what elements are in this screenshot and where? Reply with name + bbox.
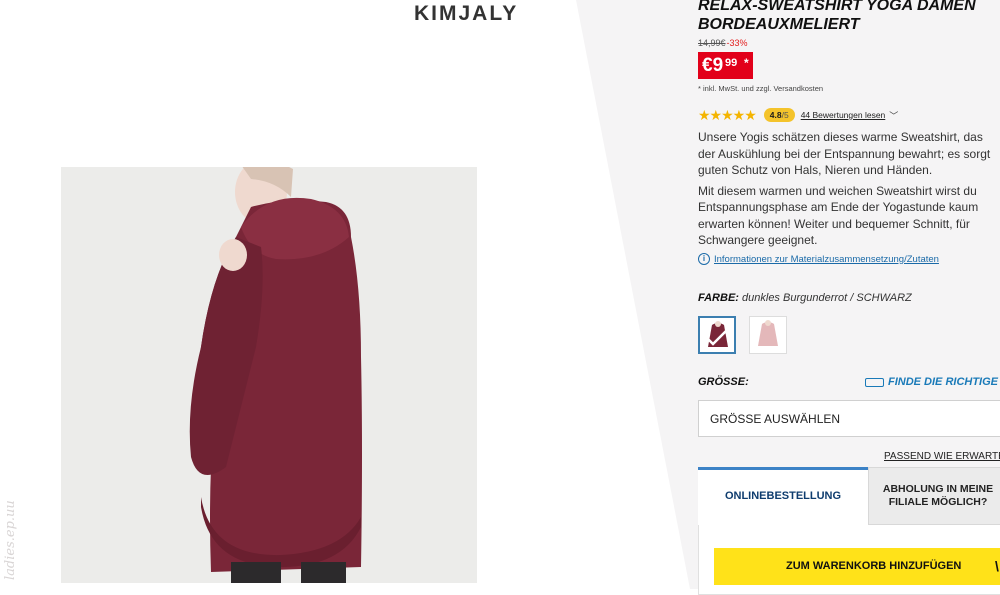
color-label-row: FARBE: dunkles Burgunderrot / SCHWARZ: [698, 292, 912, 304]
size-guide-label[interactable]: FINDE DIE RICHTIGE G: [888, 376, 1000, 388]
material-info-link[interactable]: i Informationen zur Materialzusammensetz…: [698, 253, 939, 265]
star-rating-icon: ★★★★★: [698, 106, 757, 123]
cart-icon: \: [995, 558, 999, 574]
add-to-cart-button[interactable]: ZUM WARENKORB HINZUFÜGEN \: [714, 548, 1000, 585]
pickup-line-1: ABHOLUNG IN MEINE: [882, 483, 994, 495]
tab-store-pickup[interactable]: ABHOLUNG IN MEINE FILIALE MÖGLICH?: [868, 467, 1000, 525]
rating-score: 4.8: [769, 110, 782, 120]
brand-logo: KIMJALY: [414, 2, 519, 25]
old-price: 14,99€-33%: [698, 38, 748, 48]
price-asterisk: *: [744, 56, 749, 70]
rating-denominator: /5: [781, 110, 789, 120]
color-swatch-burgundy[interactable]: [698, 316, 736, 354]
vat-note: * inkl. MwSt. und zzgl. Versandkosten: [698, 84, 824, 93]
size-label: GRÖSSE:: [698, 376, 749, 388]
ruler-icon: [865, 377, 884, 387]
title-line-1: RELAX-SWEATSHIRT YOGA DAMEN: [698, 0, 976, 14]
color-value: dunkles Burgunderrot / SCHWARZ: [742, 292, 912, 304]
rating-score-badge: 4.8/5: [763, 108, 795, 122]
description-line: Unsere Yogis schätzen dieses warme Sweat…: [698, 130, 991, 177]
pickup-line-2: FILIALE MÖGLICH?: [888, 496, 988, 508]
chevron-down-icon[interactable]: ﹀: [889, 109, 898, 122]
size-select[interactable]: GRÖSSE AUSWÄHLEN: [698, 400, 1000, 437]
product-description: Unsere Yogis schätzen dieses warme Sweat…: [698, 129, 1000, 253]
price-main: €9: [702, 55, 724, 76]
material-info-label[interactable]: Informationen zur Materialzusammensetzun…: [714, 254, 939, 265]
description-line: Mit diesem warmen und weichen Sweatshirt…: [698, 183, 979, 248]
discount-badge: -33%: [726, 38, 748, 48]
tab-online-order[interactable]: ONLINEBESTELLUNG: [698, 467, 868, 525]
read-reviews-link[interactable]: 44 Bewertungen lesen: [801, 110, 886, 120]
current-price: €9 99 *: [698, 52, 753, 79]
title-line-2: BORDEAUXMELIERT: [698, 16, 860, 33]
rating-row: ★★★★★ 4.8/5 44 Bewertungen lesen ﹀: [698, 107, 898, 123]
color-label: FARBE:: [698, 292, 739, 304]
size-guide-link[interactable]: FINDE DIE RICHTIGE G: [865, 376, 1000, 388]
product-image[interactable]: [61, 167, 477, 583]
info-icon: i: [698, 253, 710, 265]
price-cents: 99: [725, 57, 738, 69]
product-title: RELAX-SWEATSHIRT YOGA DAMEN BORDEAUXMELI…: [698, 0, 1000, 34]
watermark-text: ladies.ep.uu: [3, 500, 18, 580]
fit-feedback-link[interactable]: PASSEND WIE ERWARTET (: [884, 451, 1000, 462]
color-swatch-pink[interactable]: [749, 316, 787, 354]
old-price-value: 14,99€: [698, 38, 726, 48]
add-to-cart-label: ZUM WARENKORB HINZUFÜGEN: [786, 560, 962, 572]
